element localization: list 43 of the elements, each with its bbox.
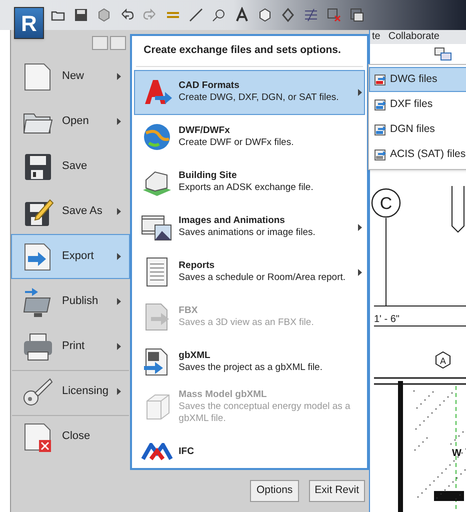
option-title: DWF/DWFx bbox=[178, 125, 231, 138]
option-description: Create DWF or DWFx files. bbox=[178, 137, 295, 150]
option-description: Saves the conceptual energy model as a gbXML file. bbox=[178, 401, 352, 426]
option-description: Create DWG, DXF, DGN, or SAT files. bbox=[178, 92, 340, 104]
menu-item[interactable]: Save As bbox=[11, 189, 130, 234]
option-title: Building Site bbox=[178, 170, 238, 182]
menu-item[interactable]: New bbox=[11, 54, 130, 99]
submenu-item[interactable]: DWG files bbox=[369, 67, 466, 92]
option-title: IFC bbox=[178, 446, 195, 458]
option-description: Saves a 3D view as an FBX file. bbox=[178, 317, 315, 330]
footer-button[interactable]: Exit Revit bbox=[308, 480, 365, 502]
menu-item[interactable]: Save bbox=[11, 144, 130, 189]
submenu-item[interactable]: DGN files bbox=[369, 117, 466, 142]
export-option[interactable]: Reports Saves a schedule or Room/Area report. bbox=[134, 250, 365, 295]
export-option[interactable]: gbXML Saves the project as a gbXML file. bbox=[134, 340, 365, 385]
option-title: gbXML bbox=[178, 350, 212, 362]
option-title: FBX bbox=[178, 305, 199, 318]
menu-item[interactable]: Close bbox=[11, 414, 130, 459]
menu-item[interactable]: Licensing bbox=[11, 369, 130, 414]
ribbon-tab[interactable]: te bbox=[372, 30, 380, 44]
option-description: Exports an ADSK exchange file. bbox=[178, 182, 314, 194]
ribbon-tab[interactable]: Collaborate bbox=[388, 30, 440, 44]
submenu-item[interactable]: DXF files bbox=[369, 92, 466, 117]
menu-item[interactable]: Publish bbox=[11, 279, 130, 324]
option-title: Images and Animations bbox=[178, 215, 286, 228]
option-description: Saves animations or image files. bbox=[178, 227, 316, 240]
menu-item[interactable]: Open bbox=[11, 99, 130, 144]
option-title: CAD Formats bbox=[178, 80, 240, 92]
application-menu-button[interactable]: R bbox=[14, 7, 44, 39]
option-title: Reports bbox=[178, 260, 216, 272]
footer-button[interactable]: Options bbox=[250, 480, 299, 502]
export-option[interactable]: DWF/DWFx Create DWF or DWFx files. bbox=[134, 114, 365, 160]
export-option[interactable]: Images and Animations Saves animations or image files. bbox=[134, 204, 365, 250]
option-description: Saves a schedule or Room/Area report. bbox=[178, 272, 347, 284]
submenu-item[interactable]: ACIS (SAT) files bbox=[369, 142, 466, 167]
menu-item[interactable]: Export bbox=[11, 234, 130, 279]
option-title: Mass Model gbXML bbox=[178, 389, 268, 402]
panel-heading: Create exchange files and sets options. bbox=[136, 36, 363, 67]
menu-item[interactable]: Print bbox=[11, 324, 130, 369]
option-description: Saves the project as a gbXML file. bbox=[178, 362, 324, 374]
export-option[interactable]: CAD Formats Create DWG, DXF, DGN, or SAT files. bbox=[134, 70, 365, 115]
export-option[interactable]: IFC bbox=[134, 430, 365, 468]
export-option[interactable]: Building Site Exports an ADSK exchange file. bbox=[134, 160, 365, 205]
